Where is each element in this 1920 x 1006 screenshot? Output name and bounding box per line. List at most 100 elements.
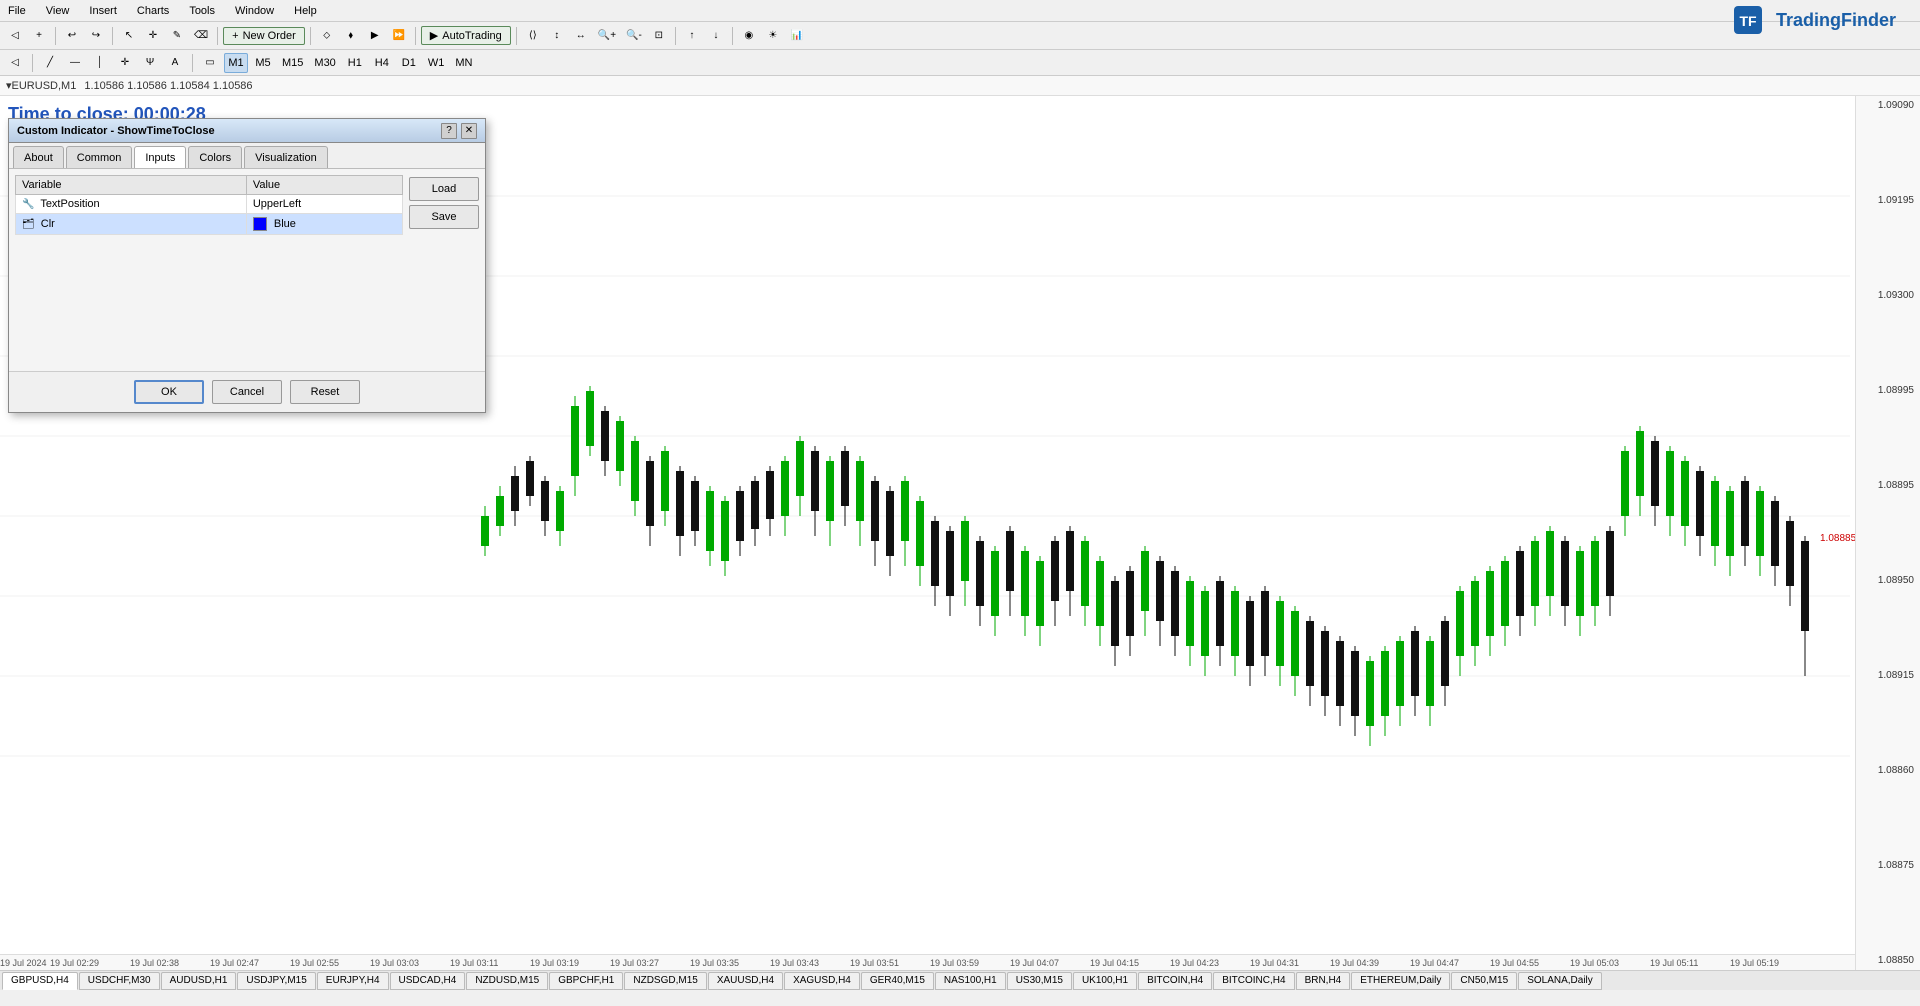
- dialog-tab-about[interactable]: About: [13, 146, 64, 168]
- toolbar-sep7: [675, 27, 676, 45]
- tab-nas100[interactable]: NAS100,H1: [935, 972, 1006, 990]
- tab-bitcoinc[interactable]: BITCOINC,H4: [1213, 972, 1294, 990]
- menu-insert[interactable]: Insert: [85, 3, 121, 19]
- dialog-tab-colors[interactable]: Colors: [188, 146, 242, 168]
- toolbar-fwd[interactable]: ↪: [85, 25, 107, 47]
- tab-usdchf[interactable]: USDCHF,M30: [79, 972, 160, 990]
- tab-bitcoin[interactable]: BITCOIN,H4: [1138, 972, 1212, 990]
- logo-text: TradingFinder: [1772, 8, 1900, 33]
- dialog-close-button[interactable]: ✕: [461, 123, 477, 139]
- menu-view[interactable]: View: [42, 3, 74, 19]
- tab-gbpchf[interactable]: GBPCHF,H1: [549, 972, 623, 990]
- toolbar-b2[interactable]: ⬧: [340, 25, 362, 47]
- tab-usdcad[interactable]: USDCAD,H4: [390, 972, 466, 990]
- param-row-textposition[interactable]: 🔧 TextPosition UpperLeft: [16, 195, 403, 214]
- toolbar-b3[interactable]: ▶: [364, 25, 386, 47]
- draw-hline[interactable]: —: [64, 52, 86, 74]
- tf-h1[interactable]: H1: [343, 53, 367, 73]
- menu-help[interactable]: Help: [290, 3, 321, 19]
- dialog-controls: ? ✕: [441, 123, 477, 139]
- ok-button[interactable]: OK: [134, 380, 204, 404]
- draw-arrow-left[interactable]: ◁: [4, 52, 26, 74]
- save-button[interactable]: Save: [409, 205, 479, 229]
- toolbar-e2[interactable]: ☀: [762, 25, 784, 47]
- tab-gbpusd[interactable]: GBPUSD,H4: [2, 972, 78, 990]
- tab-cn50[interactable]: CN50,M15: [1451, 972, 1517, 990]
- date-12: 19 Jul 03:59: [930, 958, 979, 968]
- menu-file[interactable]: File: [4, 3, 30, 19]
- toolbar-sep6: [516, 27, 517, 45]
- tf-m5[interactable]: M5: [251, 53, 275, 73]
- toolbar-e3[interactable]: 📊: [786, 25, 808, 47]
- draw-line[interactable]: ╱: [39, 52, 61, 74]
- tab-xagusd[interactable]: XAGUSD,H4: [784, 972, 860, 990]
- tf-h4[interactable]: H4: [370, 53, 394, 73]
- price-5: 1.08895: [1858, 480, 1918, 491]
- tf-w1[interactable]: W1: [424, 53, 449, 73]
- tab-xauusd[interactable]: XAUUSD,H4: [708, 972, 783, 990]
- price-4: 1.08995: [1858, 385, 1918, 396]
- reset-button[interactable]: Reset: [290, 380, 360, 404]
- toolbar-new[interactable]: +: [28, 25, 50, 47]
- draw-rec[interactable]: ▭: [199, 52, 221, 74]
- toolbar-sep8: [732, 27, 733, 45]
- tab-uk100[interactable]: UK100,H1: [1073, 972, 1137, 990]
- textposition-name: TextPosition: [40, 198, 99, 210]
- tf-m15[interactable]: M15: [278, 53, 307, 73]
- date-20: 19 Jul 05:03: [1570, 958, 1619, 968]
- tf-m30[interactable]: M30: [310, 53, 339, 73]
- toolbar-c1[interactable]: ⟨⟩: [522, 25, 544, 47]
- dialog-help-button[interactable]: ?: [441, 123, 457, 139]
- tab-ethereum[interactable]: ETHEREUM,Daily: [1351, 972, 1450, 990]
- menu-window[interactable]: Window: [231, 3, 278, 19]
- draw-fib[interactable]: Ψ: [139, 52, 161, 74]
- draw-text[interactable]: A: [164, 52, 186, 74]
- dialog-tab-visualization[interactable]: Visualization: [244, 146, 328, 168]
- toolbar-c4[interactable]: 🔍+: [594, 25, 620, 47]
- tab-eurjpy[interactable]: EURJPY,H4: [317, 972, 389, 990]
- toolbar-pencil[interactable]: ✎: [166, 25, 188, 47]
- toolbar-d1[interactable]: ↑: [681, 25, 703, 47]
- load-button[interactable]: Load: [409, 177, 479, 201]
- tab-usdjpy[interactable]: USDJPY,M15: [237, 972, 315, 990]
- toolbar-b4[interactable]: ⏩: [388, 25, 410, 47]
- draw-vline[interactable]: │: [89, 52, 111, 74]
- toolbar-arrow[interactable]: ◁: [4, 25, 26, 47]
- tf-mn[interactable]: MN: [451, 53, 476, 73]
- toolbar-eraser[interactable]: ⌫: [190, 25, 212, 47]
- toolbar-c2[interactable]: ↕: [546, 25, 568, 47]
- param-row-clr[interactable]: 🗂 Clr Blue: [16, 214, 403, 235]
- tab-solana[interactable]: SOLANA,Daily: [1518, 972, 1602, 990]
- toolbar-c6[interactable]: ⊡: [648, 25, 670, 47]
- toolbar-b1[interactable]: ⬦: [316, 25, 338, 47]
- tf-m1[interactable]: M1: [224, 53, 248, 73]
- tab-audusd[interactable]: AUDUSD,H1: [161, 972, 237, 990]
- toolbar-sep3: [217, 27, 218, 45]
- tradingfinder-logo-icon: TF: [1732, 4, 1764, 36]
- cancel-button[interactable]: Cancel: [212, 380, 282, 404]
- tab-ger40[interactable]: GER40,M15: [861, 972, 934, 990]
- toolbar-crosshair[interactable]: ✛: [142, 25, 164, 47]
- tab-nzdsgd[interactable]: NZDSGD,M15: [624, 972, 706, 990]
- toolbar-cursor[interactable]: ↖: [118, 25, 140, 47]
- toolbar-c3[interactable]: ↔: [570, 25, 592, 47]
- menu-charts[interactable]: Charts: [133, 3, 173, 19]
- draw-cursor2[interactable]: ✛: [114, 52, 136, 74]
- price-axis: 1.09090 1.09195 1.09300 1.08995 1.08895 …: [1855, 96, 1920, 970]
- toolbar-back[interactable]: ↩: [61, 25, 83, 47]
- toolbar-d2[interactable]: ↓: [705, 25, 727, 47]
- menu-tools[interactable]: Tools: [185, 3, 219, 19]
- tf-d1[interactable]: D1: [397, 53, 421, 73]
- tab-brn[interactable]: BRN,H4: [1296, 972, 1351, 990]
- tab-us30[interactable]: US30,M15: [1007, 972, 1072, 990]
- toolbar-c5[interactable]: 🔍-: [622, 25, 646, 47]
- textposition-icon: 🔧: [22, 199, 34, 210]
- toolbar-sep4: [310, 27, 311, 45]
- dialog-tab-common[interactable]: Common: [66, 146, 133, 168]
- clr-name: Clr: [41, 218, 55, 230]
- toolbar-e1[interactable]: ◉: [738, 25, 760, 47]
- tab-nzdusd[interactable]: NZDUSD,M15: [466, 972, 548, 990]
- autotrading-button[interactable]: ▶ AutoTrading: [421, 26, 511, 45]
- new-order-button[interactable]: + New Order: [223, 27, 305, 45]
- dialog-tab-inputs[interactable]: Inputs: [134, 146, 186, 168]
